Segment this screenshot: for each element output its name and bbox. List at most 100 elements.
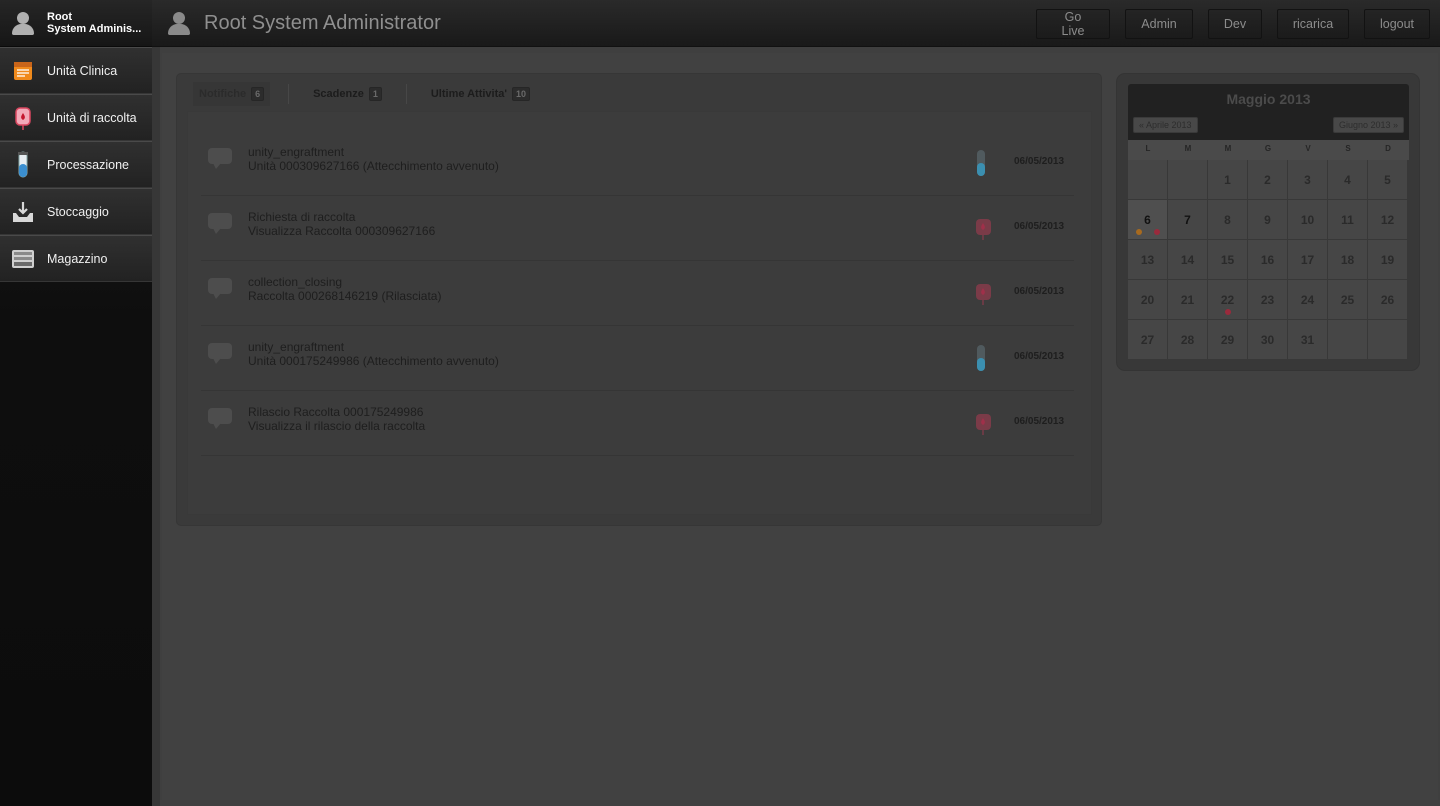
calendar-weekday: G (1264, 144, 1272, 153)
dev-button[interactable]: Dev (1208, 9, 1262, 39)
calendar-event-dot (1135, 229, 1142, 235)
calendar-day[interactable]: 8 (1208, 200, 1247, 239)
main-inner: Notifiche 6 Scadenze 1 Ultime Attivita' … (162, 53, 1438, 800)
notification-title: Rilascio Raccolta 000175249986 (248, 405, 424, 419)
top-buttons: Go Live Admin Dev ricarica logout (1036, 9, 1430, 39)
calendar-day[interactable]: 25 (1328, 280, 1367, 319)
logout-button[interactable]: logout (1364, 9, 1430, 39)
calendar-day[interactable]: 29 (1208, 320, 1247, 359)
calendar-event-dot (1224, 309, 1231, 315)
notification-link[interactable]: Visualizza il rilascio della raccolta (248, 419, 425, 433)
notifications-panel: Notifiche 6 Scadenze 1 Ultime Attivita' … (176, 73, 1102, 526)
calendar-day[interactable]: 10 (1288, 200, 1327, 239)
notification-link[interactable]: Unità 000175249986 (Attecchimento avvenu… (248, 354, 499, 368)
calendar-day[interactable]: 27 (1128, 320, 1167, 359)
sidebar-item-label: Processazione (47, 157, 129, 172)
user-role: System Adminis... (47, 23, 142, 35)
go-live-button[interactable]: Go Live (1036, 9, 1110, 39)
calendar-day[interactable]: 12 (1368, 200, 1407, 239)
panel-tabs: Notifiche 6 Scadenze 1 Ultime Attivita' … (193, 82, 536, 106)
sidebar-item-processazione[interactable]: Processazione (0, 141, 152, 188)
calendar-day[interactable]: 22 (1208, 280, 1247, 319)
calendar-weekday: V (1305, 144, 1311, 153)
calendar-day[interactable]: 5 (1368, 160, 1407, 199)
calendar-weekday: S (1345, 144, 1351, 153)
calendar-month-title: Maggio 2013 (1226, 91, 1311, 107)
tab-label: Notifiche (199, 88, 247, 100)
sidebar-item-label: Stoccaggio (47, 204, 109, 219)
calendar-empty-cell (1368, 320, 1407, 359)
calendar-empty-cell (1328, 320, 1367, 359)
tab-ultime-attivita[interactable]: Ultime Attivita' 10 (425, 82, 536, 106)
calendar-day[interactable]: 4 (1328, 160, 1367, 199)
sidebar-item-unita-clinica[interactable]: Unità Clinica (0, 47, 152, 94)
calendar-day[interactable]: 3 (1288, 160, 1327, 199)
admin-button[interactable]: Admin (1125, 9, 1193, 39)
user-avatar-icon (166, 10, 192, 36)
calendar-weekday: L (1145, 144, 1151, 153)
blood-bag-icon (974, 213, 991, 243)
sidebar-item-label: Magazzino (47, 251, 108, 266)
blood-bag-icon (11, 106, 35, 130)
calendar-day[interactable]: 26 (1368, 280, 1407, 319)
comment-bubble-icon (208, 278, 232, 299)
sidebar-user[interactable]: Root System Adminis... (0, 0, 152, 47)
calendar-weekday: M (1184, 144, 1192, 153)
calendar-day[interactable]: 14 (1168, 240, 1207, 279)
calendar-day[interactable]: 2 (1248, 160, 1287, 199)
calendar-day[interactable]: 7 (1168, 200, 1207, 239)
list-item[interactable]: Richiesta di raccolta Visualizza Raccolt… (201, 196, 1074, 261)
calendar-weekday: M (1224, 144, 1232, 153)
calendar-event-dot (1153, 229, 1160, 235)
blood-bag-icon (974, 408, 991, 438)
sidebar-item-stoccaggio[interactable]: Stoccaggio (0, 188, 152, 235)
notification-title: collection_closing (248, 275, 343, 289)
tab-notifiche[interactable]: Notifiche 6 (193, 82, 271, 106)
calendar-days-grid: 1 2 3 4 5 6 7 8 9 10 11 12 13 14 15 16 17 18 19 20 21 22 23 24 2… (1128, 160, 1409, 359)
calendar-day[interactable]: 20 (1128, 280, 1167, 319)
calendar-day[interactable]: 16 (1248, 240, 1287, 279)
notification-date: 06/05/2013 (1014, 156, 1065, 167)
reload-button[interactable]: ricarica (1277, 9, 1349, 39)
calendar-day[interactable]: 19 (1368, 240, 1407, 279)
calendar-day[interactable]: 23 (1248, 280, 1287, 319)
calendar-day[interactable]: 1 (1208, 160, 1247, 199)
list-item[interactable]: collection_closing Raccolta 000268146219… (201, 261, 1074, 326)
calendar-day[interactable]: 11 (1328, 200, 1367, 239)
calendar-day[interactable]: 18 (1328, 240, 1367, 279)
calendar-day[interactable]: 31 (1288, 320, 1327, 359)
sidebar-item-label: Unità Clinica (47, 63, 118, 78)
tab-count-badge: 10 (512, 87, 531, 101)
blood-bag-icon (974, 278, 991, 308)
calendar-empty-cell (1128, 160, 1167, 199)
calendar-day[interactable]: 17 (1288, 240, 1327, 279)
calendar-header: Maggio 2013 « Aprile 2013 Giugno 2013 » (1128, 84, 1409, 140)
sidebar-item-magazzino[interactable]: Magazzino (0, 235, 152, 282)
main-content: Notifiche 6 Scadenze 1 Ultime Attivita' … (152, 47, 1440, 806)
calendar-day[interactable]: 15 (1208, 240, 1247, 279)
calendar-day[interactable]: 24 (1288, 280, 1327, 319)
calendar-day[interactable]: 9 (1248, 200, 1287, 239)
list-item[interactable]: unity_engraftment Unità 000175249986 (At… (201, 326, 1074, 391)
calendar-day[interactable]: 13 (1128, 240, 1167, 279)
calendar-weekdays: LMMGVSD (1128, 140, 1409, 160)
calendar-next-month-button[interactable]: Giugno 2013 » (1332, 117, 1404, 133)
notification-list: unity_engraftment Unità 000309627166 (At… (187, 111, 1092, 515)
test-tube-icon (974, 343, 988, 373)
calendar-day[interactable]: 30 (1248, 320, 1287, 359)
notification-date: 06/05/2013 (1014, 351, 1065, 362)
list-item[interactable]: Rilascio Raccolta 000175249986 Visualizz… (201, 391, 1074, 456)
calendar-prev-month-button[interactable]: « Aprile 2013 (1133, 117, 1198, 133)
notification-link[interactable]: Raccolta 000268146219 (Rilasciata) (248, 289, 441, 303)
notepad-icon (11, 59, 35, 83)
calendar-day[interactable]: 6 (1128, 200, 1167, 239)
notification-link[interactable]: Visualizza Raccolta 000309627166 (248, 224, 435, 238)
notification-link[interactable]: Unità 000309627166 (Attecchimento avvenu… (248, 159, 499, 173)
tab-divider (405, 84, 407, 104)
calendar-day[interactable]: 21 (1168, 280, 1207, 319)
list-item[interactable]: unity_engraftment Unità 000309627166 (At… (201, 131, 1074, 196)
calendar-day[interactable]: 28 (1168, 320, 1207, 359)
sidebar-item-unita-di-raccolta[interactable]: Unità di raccolta (0, 94, 152, 141)
top-bar: Root System Administrator Go Live Admin … (152, 0, 1440, 47)
tab-scadenze[interactable]: Scadenze 1 (307, 82, 388, 106)
